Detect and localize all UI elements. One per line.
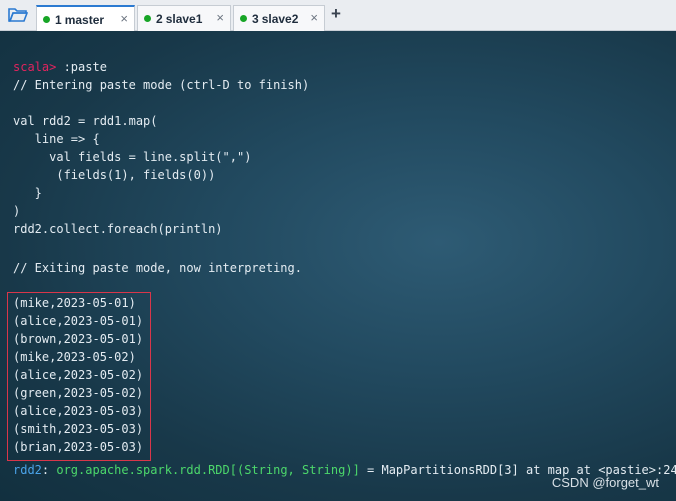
tab-bar: 1 master × 2 slave1 × 3 slave2 × + xyxy=(0,0,676,32)
prompt-line: scala> :paste xyxy=(13,58,107,76)
result-separator: : xyxy=(41,463,57,477)
result-name: rdd2 xyxy=(13,463,42,477)
folder-icon[interactable] xyxy=(8,6,28,24)
terminal-line: ) xyxy=(13,204,21,218)
tab-slave1[interactable]: 2 slave1 × xyxy=(137,5,231,31)
tab-label: master xyxy=(64,12,105,27)
tab-label: slave2 xyxy=(261,11,299,26)
tab-number: 2 xyxy=(156,11,163,26)
terminal-line: // Exiting paste mode, now interpreting. xyxy=(13,261,302,275)
connected-status-icon xyxy=(43,16,50,23)
tab-slave2[interactable]: 3 slave2 × xyxy=(233,5,325,31)
connected-status-icon xyxy=(144,15,151,22)
close-icon[interactable]: × xyxy=(216,10,224,25)
command-text: :paste xyxy=(56,60,107,74)
terminal-line: val fields = line.split(",") xyxy=(13,150,252,164)
terminal-line: rdd2.collect.foreach(println) xyxy=(13,222,223,236)
tab-label: slave1 xyxy=(165,11,203,26)
tab-number: 3 xyxy=(252,11,259,26)
scala-prompt: scala> xyxy=(13,60,57,74)
close-icon[interactable]: × xyxy=(120,11,128,26)
close-icon[interactable]: × xyxy=(310,10,318,25)
terminal-line: // Entering paste mode (ctrl-D to finish… xyxy=(13,78,310,92)
terminal-line: val rdd2 = rdd1.map( xyxy=(13,114,158,128)
terminal-line: (fields(1), fields(0)) xyxy=(13,168,216,182)
connected-status-icon xyxy=(240,15,247,22)
watermark: CSDN @forget_wt xyxy=(551,475,659,490)
terminal-line: } xyxy=(13,186,42,200)
tab-number: 1 xyxy=(55,12,62,27)
result-type: org.apache.spark.rdd.RDD[(String, String… xyxy=(56,463,360,477)
terminal-line: line => { xyxy=(13,132,100,146)
tab-master[interactable]: 1 master × xyxy=(36,5,135,32)
new-tab-button[interactable]: + xyxy=(331,4,341,24)
output-highlight-box xyxy=(7,292,151,461)
